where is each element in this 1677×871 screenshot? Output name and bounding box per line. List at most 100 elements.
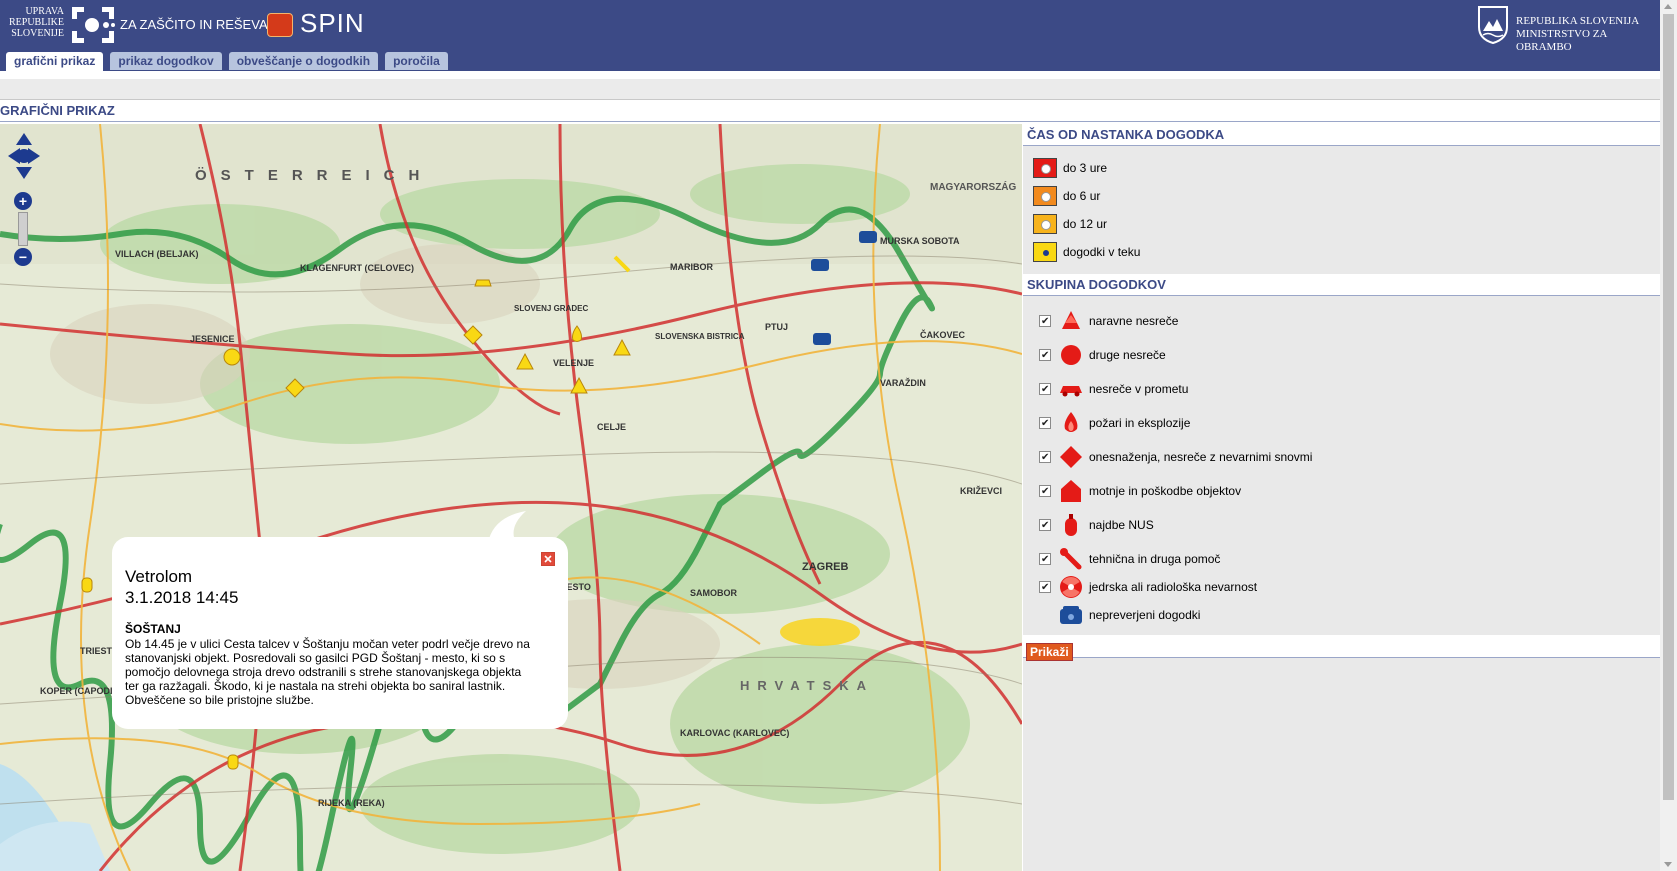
group-checkbox[interactable] [1039, 480, 1051, 504]
zoom-in-button[interactable]: + [14, 192, 32, 210]
tab-obvescanje[interactable]: obveščanje o dogodkih [228, 52, 379, 70]
map-label: SLOVENJ GRADEC [514, 304, 588, 313]
group-label: najdbe NUS [1089, 518, 1154, 532]
house-icon [1061, 480, 1081, 502]
brand-title: SPIN [300, 8, 365, 38]
diamond-icon [1060, 446, 1082, 468]
group-label: jedrska ali radiološka nevarnost [1089, 580, 1258, 594]
legend-time-label: do 3 ure [1063, 161, 1108, 175]
map-label: ÖSTERREICH [195, 167, 433, 184]
logo-line-3: SLOVENIJE [11, 28, 64, 39]
group-checkbox[interactable] [1039, 378, 1051, 402]
group-checkbox[interactable] [1039, 310, 1051, 334]
group-label: druge nesreče [1089, 348, 1166, 362]
popup-close-icon[interactable] [541, 552, 555, 566]
popup-place: ŠOŠTANJ [125, 622, 181, 636]
urszr-logo-icon [72, 7, 115, 43]
group-checkbox[interactable] [1039, 548, 1051, 572]
zoom-out-button[interactable]: − [14, 248, 32, 266]
scroll-thumb[interactable] [1663, 14, 1674, 800]
map-label: RIJEKA (REKA) [318, 798, 385, 808]
legend-time-label: do 6 ur [1063, 189, 1101, 203]
time-swatch-icon [1033, 158, 1057, 178]
group-checkbox[interactable] [1039, 412, 1051, 436]
page-scrollbar[interactable] [1660, 0, 1677, 871]
map-label: HRVATSKA [740, 678, 874, 693]
popup-datetime: 3.1.2018 14:45 [125, 588, 239, 607]
phone-icon [1060, 606, 1082, 624]
event-marker-diamond-icon[interactable] [285, 378, 305, 398]
pan-arrows-icon[interactable] [6, 131, 42, 181]
show-button[interactable]: Prikaži [1026, 643, 1073, 661]
map-label: SLOVENSKA BISTRICA [655, 332, 745, 341]
flame-icon [1064, 412, 1078, 432]
tab-graficni-prikaz[interactable]: grafični prikaz [6, 52, 104, 71]
event-marker-flame-icon[interactable] [567, 324, 587, 344]
event-marker-tree-icon[interactable] [612, 338, 632, 358]
radiation-icon [1060, 576, 1082, 598]
map-label: VARAŽDIN [880, 377, 926, 388]
tree-icon [1062, 311, 1080, 329]
title-divider [0, 121, 1660, 122]
zoom-control: + − [14, 192, 32, 266]
map-label: MURSKA SOBOTA [880, 236, 960, 246]
event-marker-tree-icon[interactable] [515, 352, 535, 372]
toolbar-strip [0, 79, 1660, 100]
spin-logo-icon [267, 13, 293, 37]
event-marker-phone-icon[interactable] [858, 226, 878, 246]
zoom-slider[interactable] [18, 212, 28, 246]
scroll-down-arrow-icon[interactable] [1664, 862, 1672, 867]
map-view[interactable]: ÖSTERREICH MAGYARORSZÁG KLAGENFURT (CELO… [0, 124, 1022, 871]
event-marker-tree-icon[interactable] [569, 376, 589, 396]
legend-groups-heading: SKUPINA DOGODKOV [1023, 274, 1660, 296]
legend-time-label: dogodki v teku [1063, 245, 1141, 259]
group-label: tehnična in druga pomoč [1089, 552, 1221, 566]
event-marker-phone-icon[interactable] [812, 328, 832, 348]
popup-description: Ob 14.45 je v ulici Cesta talcev v Šošta… [125, 637, 530, 707]
tab-prikaz-dogodkov[interactable]: prikaz dogodkov [110, 52, 222, 70]
time-swatch-icon [1033, 186, 1057, 206]
ministry-line-2: MINISTRSTVO ZA OBRAMBO [1516, 28, 1607, 53]
event-marker-bomb-icon[interactable] [223, 751, 243, 771]
page-title: GRAFIČNI PRIKAZ [0, 103, 115, 118]
main-tabs: grafični prikaz prikaz dogodkov obveščanje… [6, 52, 455, 71]
event-marker-circle-icon[interactable] [222, 347, 242, 367]
slovenia-crest-icon [1478, 6, 1508, 45]
map-label: PTUJ [765, 322, 788, 332]
event-marker-wrench-icon[interactable] [612, 254, 632, 274]
logo-line-2: REPUBLIKE [9, 17, 64, 28]
event-marker-car-icon[interactable] [473, 272, 493, 292]
group-checkbox[interactable] [1039, 514, 1051, 538]
map-label: ZAGREB [802, 561, 849, 573]
event-popup: Vetrolom 3.1.2018 14:45 ŠOŠTANJ Ob 14.45… [112, 511, 568, 729]
map-label: JESENICE [190, 334, 235, 344]
group-label: onesnaženja, nesreče z nevarnimi snovmi [1089, 450, 1313, 464]
map-label: MARIBOR [670, 262, 713, 272]
app-header: UPRAVA REPUBLIKE SLOVENIJE ZA ZAŠČITO IN… [0, 0, 1660, 71]
group-label: nesreče v prometu [1089, 382, 1189, 396]
ministry-text: REPUBLIKA SLOVENIJA MINISTRSTVO ZA OBRAM… [1516, 15, 1660, 54]
group-checkbox[interactable] [1039, 344, 1051, 368]
show-button-bar [1023, 635, 1660, 658]
map-label: KARLOVAC (KARLOVEC) [680, 728, 789, 738]
group-label: požari in eksplozije [1089, 416, 1191, 430]
popup-tail [488, 511, 526, 543]
event-marker-phone-icon[interactable] [810, 254, 830, 274]
circle-icon [1061, 345, 1081, 365]
group-checkbox[interactable] [1039, 446, 1051, 470]
ministry-line-1: REPUBLIKA SLOVENIJA [1516, 15, 1640, 27]
legend-time-label: do 12 ur [1063, 217, 1108, 231]
map-label: CELJE [597, 422, 626, 432]
group-label: nepreverjeni dogodki [1089, 608, 1201, 622]
map-label: KLAGENFURT (CELOVEC) [300, 263, 414, 273]
event-marker-diamond-icon[interactable] [463, 325, 483, 345]
map-label: ČAKOVEC [920, 329, 966, 340]
tab-porocila[interactable]: poročila [385, 52, 448, 70]
group-checkbox[interactable] [1039, 576, 1051, 600]
event-marker-bomb-icon[interactable] [77, 574, 97, 594]
legend-panel: ČAS OD NASTANKA DOGODKA do 3 ure do 6 ur… [1023, 124, 1660, 871]
map-label: VELENJE [553, 358, 594, 368]
scroll-up-arrow-icon[interactable] [1664, 4, 1672, 9]
car-icon [1060, 386, 1082, 397]
legend-time-heading: ČAS OD NASTANKA DOGODKA [1023, 124, 1660, 146]
